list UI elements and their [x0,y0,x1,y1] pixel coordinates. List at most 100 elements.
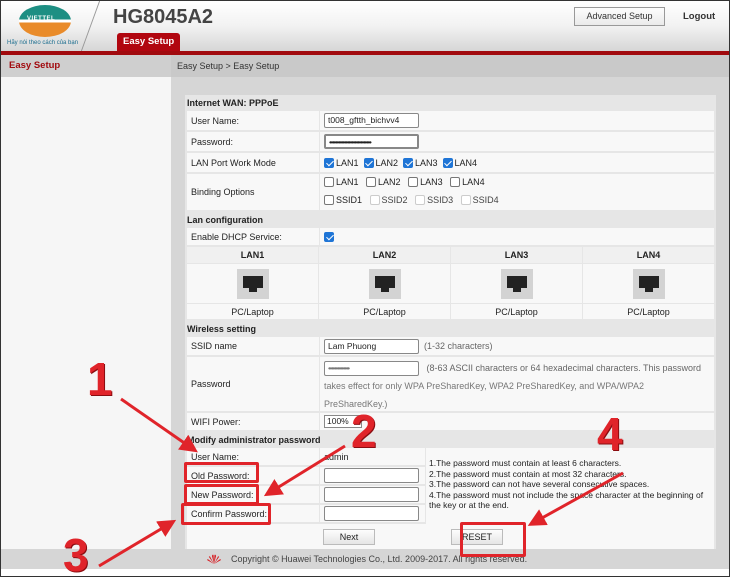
reset-button[interactable]: RESET [451,529,503,545]
sidebar: Easy Setup [1,55,171,549]
breadcrumb: Easy Setup > Easy Setup [171,55,729,77]
confirm-password-input[interactable] [324,506,419,521]
ssid-row: SSID name Lam Phuong (1-32 characters) [185,337,716,357]
wan-username-label: User Name: [187,111,320,130]
ethernet-port-icon [500,268,533,299]
section-title-wireless: Wireless setting [185,321,716,337]
wifi-password-input[interactable]: •••••••••••••• [324,361,419,377]
lan-port-mode-label: LAN Port Work Mode [187,153,320,172]
binding-ssid2-label: SSID2 [381,195,408,205]
lan-port-name: LAN3 [451,247,582,264]
binding-ssid2: SSID2 [369,195,408,205]
binding-lan1[interactable]: LAN1 [324,177,359,187]
step-number-2: 2 [351,405,377,457]
lan-port-device: PC/Laptop [583,304,714,321]
old-password-input[interactable] [324,468,419,483]
next-button[interactable]: Next [323,529,375,545]
binding-options-row: Binding Options LAN1 LAN2 LAN3 LAN4 SSID… [185,174,716,212]
binding-ssid3-label: SSID3 [427,195,454,205]
ssid-label: SSID name [187,337,320,355]
step-number-3: 3 [63,529,89,577]
device-model: HG8045A2 [113,6,214,28]
binding-lan2[interactable]: LAN2 [366,177,401,187]
wan-password-input[interactable]: •••••••••••••••••••••••••••• [324,134,419,149]
wan-username-input[interactable]: t008_gftth_bichvv4 [324,113,419,128]
binding-ssid1[interactable]: SSID1 [324,195,362,205]
ssid-input[interactable]: Lam Phuong [324,338,419,354]
checkbox-checked-icon[interactable] [442,157,453,168]
sidebar-item-easy-setup[interactable]: Easy Setup [1,55,171,77]
lan-port-4: LAN4 PC/Laptop [583,247,714,321]
lan-port-name: LAN2 [319,247,450,264]
binding-options-label: Binding Options [187,174,320,210]
new-password-label: New Password: [187,486,320,503]
lan-port-3: LAN3 PC/Laptop [451,247,583,321]
advanced-setup-button[interactable]: Advanced Setup [574,7,665,26]
binding-ssid3: SSID3 [415,195,453,205]
lan-mode-lan1[interactable]: LAN1 [324,157,359,168]
password-rule: 4.The password must not include the spac… [429,489,704,511]
lan-mode-lan1-label: LAN1 [336,157,359,168]
wan-username-row: User Name: t008_gftth_bichvv4 [185,111,716,132]
binding-ssid4: SSID4 [460,195,499,205]
new-password-input[interactable] [324,487,419,502]
checkbox-icon[interactable] [408,177,419,187]
wifi-password-hint-2: takes effect for only WPA PreSharedKey, … [324,381,644,391]
brand-name: VIETTEL [27,16,56,22]
wan-password-label: Password: [187,132,320,151]
copyright-text: Copyright © Huawei Technologies Co., Ltd… [231,554,528,564]
lan-mode-lan3-label: LAN3 [415,157,438,168]
huawei-logo-icon [207,554,221,564]
binding-ssid1-label: SSID1 [336,195,363,205]
binding-lan4[interactable]: LAN4 [450,177,485,187]
admin-username-row: User Name: admin [187,448,425,467]
ethernet-port-icon [368,268,401,299]
easy-setup-panel: Internet WAN: PPPoE User Name: t008_gftt… [185,95,716,552]
checkbox-disabled-icon [369,195,380,205]
lan-port-name: LAN1 [187,247,318,264]
section-title-wan: Internet WAN: PPPoE [185,95,716,111]
checkbox-icon[interactable] [324,195,334,205]
wifi-power-row: WIFI Power: 100% [185,413,716,432]
old-password-label: Old Password: [187,467,320,484]
binding-lan2-label: LAN2 [378,177,401,187]
wifi-power-label: WIFI Power: [187,413,320,430]
checkbox-icon[interactable] [366,177,377,187]
dhcp-checkbox[interactable] [324,231,334,242]
checkbox-icon[interactable] [324,177,334,187]
lan-port-2: LAN2 PC/Laptop [319,247,451,321]
checkbox-icon[interactable] [450,177,461,187]
checkbox-checked-icon[interactable] [403,157,414,168]
checkbox-checked-icon[interactable] [324,157,334,168]
lan-mode-lan4-label: LAN4 [454,157,478,168]
binding-lan4-label: LAN4 [462,177,485,187]
tab-easy-setup[interactable]: Easy Setup [117,33,181,51]
binding-lan1-label: LAN1 [336,177,359,187]
lan-port-name: LAN4 [583,247,714,264]
viettel-logo: VIETTEL Hãy nói theo cách của bạn [7,5,87,49]
admin-password-block: User Name: admin Old Password: New Passw… [185,448,716,524]
logout-link[interactable]: Logout [683,11,715,22]
checkbox-disabled-icon [460,195,471,205]
lan-mode-lan2[interactable]: LAN2 [363,157,398,168]
footer: Copyright © Huawei Technologies Co., Ltd… [1,549,729,569]
password-rule: 2.The password must contain at most 32 c… [429,468,627,479]
lan-mode-lan3[interactable]: LAN3 [403,157,438,168]
ssid-hint: (1-32 characters) [424,341,493,351]
main-content: Easy Setup > Easy Setup Internet WAN: PP… [171,55,729,552]
lan-port-1: LAN1 PC/Laptop [187,247,319,321]
brand-slogan: Hãy nói theo cách của bạn [7,40,79,46]
ethernet-port-icon [632,268,665,299]
wifi-password-label: Password [187,357,320,411]
binding-lan3[interactable]: LAN3 [408,177,443,187]
password-rules: 1.The password must contain at least 6 c… [425,448,714,524]
checkbox-checked-icon[interactable] [363,157,374,168]
wifi-password-row: Password •••••••••••••• (8-63 ASCII char… [185,357,716,413]
lan-mode-lan4[interactable]: LAN4 [442,157,478,168]
header: VIETTEL Hãy nói theo cách của bạn HG8045… [1,1,729,51]
lan-port-device: PC/Laptop [451,304,582,321]
confirm-password-label: Confirm Password: [187,505,320,522]
binding-lan3-label: LAN3 [420,177,443,187]
step-number-4: 4 [597,408,623,460]
step-number-1: 1 [87,353,113,405]
